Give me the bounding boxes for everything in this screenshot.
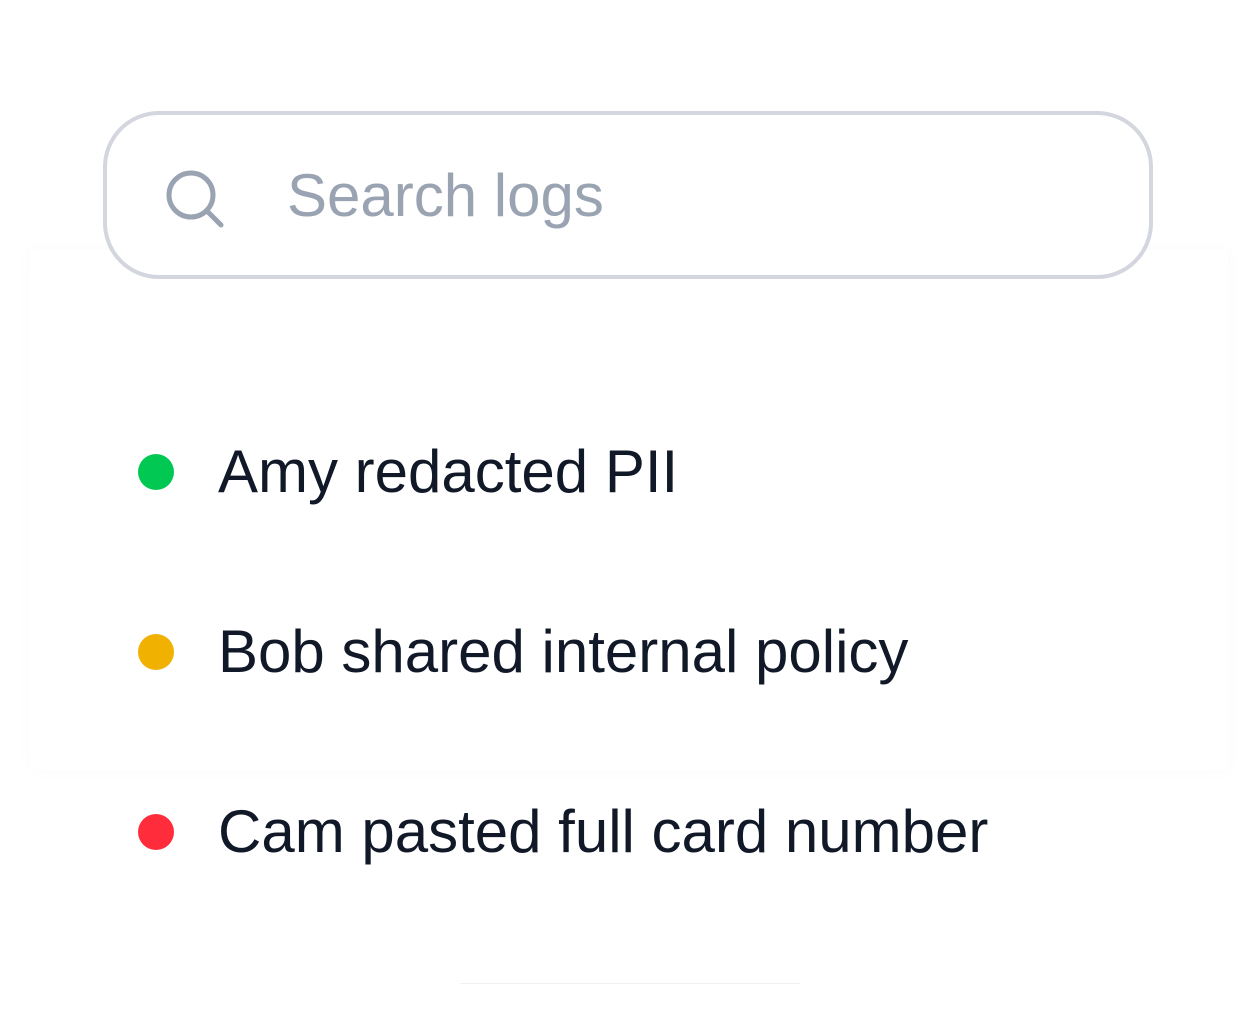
search-box[interactable] [103,111,1153,279]
status-dot-red [138,814,174,850]
log-list: Amy redacted PII Bob shared internal pol… [136,420,1186,960]
search-input[interactable] [287,155,1107,235]
log-text: Cam pasted full card number [218,798,989,865]
status-dot-yellow [138,634,174,670]
log-text: Amy redacted PII [218,438,679,505]
log-item[interactable]: Amy redacted PII [136,420,1186,524]
divider [460,983,800,984]
status-dot-green [138,454,174,490]
search-icon [163,167,227,231]
log-text: Bob shared internal policy [218,618,909,685]
log-item[interactable]: Cam pasted full card number [136,780,1186,884]
log-item[interactable]: Bob shared internal policy [136,600,1186,704]
